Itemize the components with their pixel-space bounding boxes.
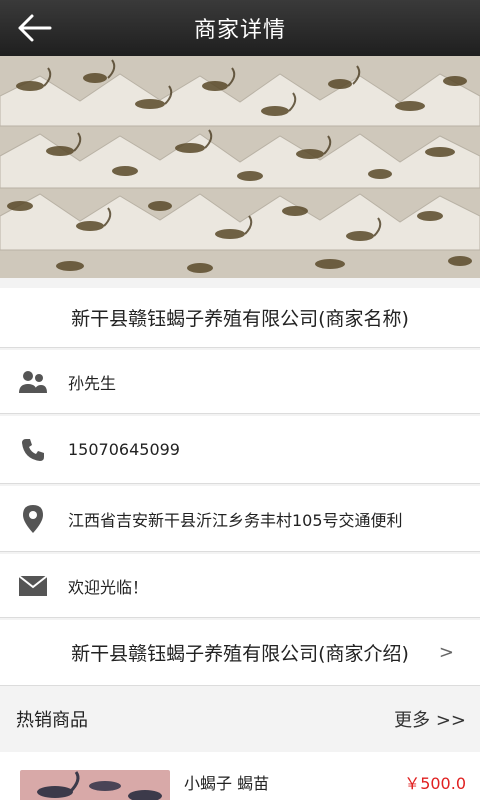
merchant-name: 新干县赣钰蝎子养殖有限公司(商家名称) <box>71 308 409 330</box>
back-arrow-icon[interactable] <box>14 10 54 46</box>
phone-number: 15070645099 <box>68 440 180 459</box>
product-thumbnail <box>20 770 170 800</box>
top-bar: 商家详情 <box>0 0 480 56</box>
address-row[interactable]: 江西省吉安新干县沂江乡务丰村105号交通便利 <box>0 486 480 552</box>
phone-row[interactable]: 15070645099 <box>0 416 480 484</box>
welcome-message: 欢迎光临！ <box>68 577 149 597</box>
product-price: ￥500.0 <box>404 774 466 793</box>
product-name: 小蝎子 蝎苗 <box>184 774 270 793</box>
hot-products-header: 热销商品 更多 >> <box>0 690 480 748</box>
users-icon <box>16 365 50 399</box>
more-link[interactable]: 更多 >> <box>394 706 466 732</box>
merchant-banner-image <box>0 56 480 278</box>
page-title: 商家详情 <box>193 18 286 43</box>
mail-icon <box>16 569 50 603</box>
merchant-intro: 新干县赣钰蝎子养殖有限公司(商家介绍) <box>71 643 409 665</box>
merchant-name-row: 新干县赣钰蝎子养殖有限公司(商家名称) <box>0 288 480 348</box>
location-pin-icon <box>16 502 50 536</box>
message-row: 欢迎光临！ <box>0 554 480 618</box>
chevron-right-icon: > <box>438 642 454 663</box>
address-text: 江西省吉安新干县沂江乡务丰村105号交通便利 <box>68 510 403 530</box>
hot-products-title: 热销商品 <box>16 710 88 731</box>
list-item[interactable]: 小蝎子 蝎苗 ￥500.0 <box>0 752 480 800</box>
contact-row: 孙先生 <box>0 350 480 414</box>
merchant-intro-row[interactable]: 新干县赣钰蝎子养殖有限公司(商家介绍) > <box>0 620 480 686</box>
phone-icon <box>16 433 50 467</box>
contact-name: 孙先生 <box>68 373 117 393</box>
